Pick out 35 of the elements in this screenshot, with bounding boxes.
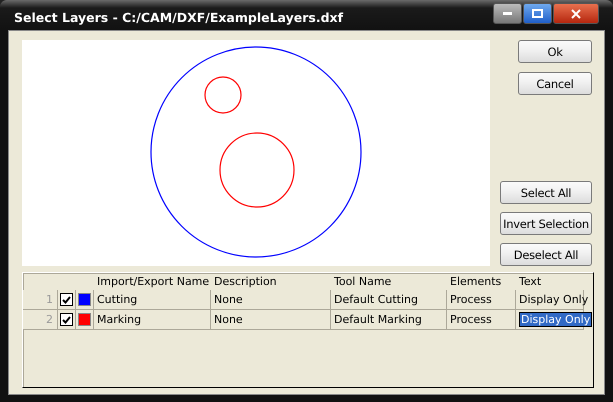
checkmark-icon [62,316,71,324]
column-header[interactable]: Tool Name [334,275,392,288]
layer-description: None [214,313,243,326]
column-header[interactable]: Description [214,275,277,288]
tool-name: Default Cutting [334,293,418,306]
layer-color-swatch[interactable] [78,313,91,326]
layer-name: Cutting [97,293,138,306]
text-mode[interactable]: Display Only [519,293,588,306]
row-number: 2 [46,313,53,326]
layer-checkbox[interactable] [60,293,73,306]
layer-color-swatch[interactable] [78,293,91,306]
invert-selection-button[interactable]: Invert Selection [500,212,592,235]
close-icon [571,8,581,18]
column-header[interactable]: Elements [450,275,502,288]
window-title: Select Layers - C:/CAM/DXF/ExampleLayers.dxf [13,8,344,24]
ok-button[interactable]: Ok [518,40,592,63]
column-header[interactable]: Import/Export Name [97,275,210,288]
maximize-button[interactable] [523,3,552,24]
text-mode[interactable]: Display Only [520,313,592,326]
checkmark-icon [62,296,71,304]
minimize-icon [503,12,512,15]
minimize-button[interactable] [493,3,522,24]
elements-value: Process [450,293,492,306]
tool-name: Default Marking [334,313,422,326]
layer-name: Marking [97,313,142,326]
select-all-button[interactable]: Select All [500,181,592,204]
layer-checkbox[interactable] [60,313,73,326]
maximize-icon [532,9,543,18]
row-number: 1 [46,293,53,306]
deselect-all-button[interactable]: Deselect All [500,243,592,266]
elements-value: Process [450,313,492,326]
column-header[interactable]: Text [519,275,542,288]
close-button[interactable] [553,3,599,24]
cancel-button[interactable]: Cancel [518,72,592,95]
layer-description: None [214,293,243,306]
